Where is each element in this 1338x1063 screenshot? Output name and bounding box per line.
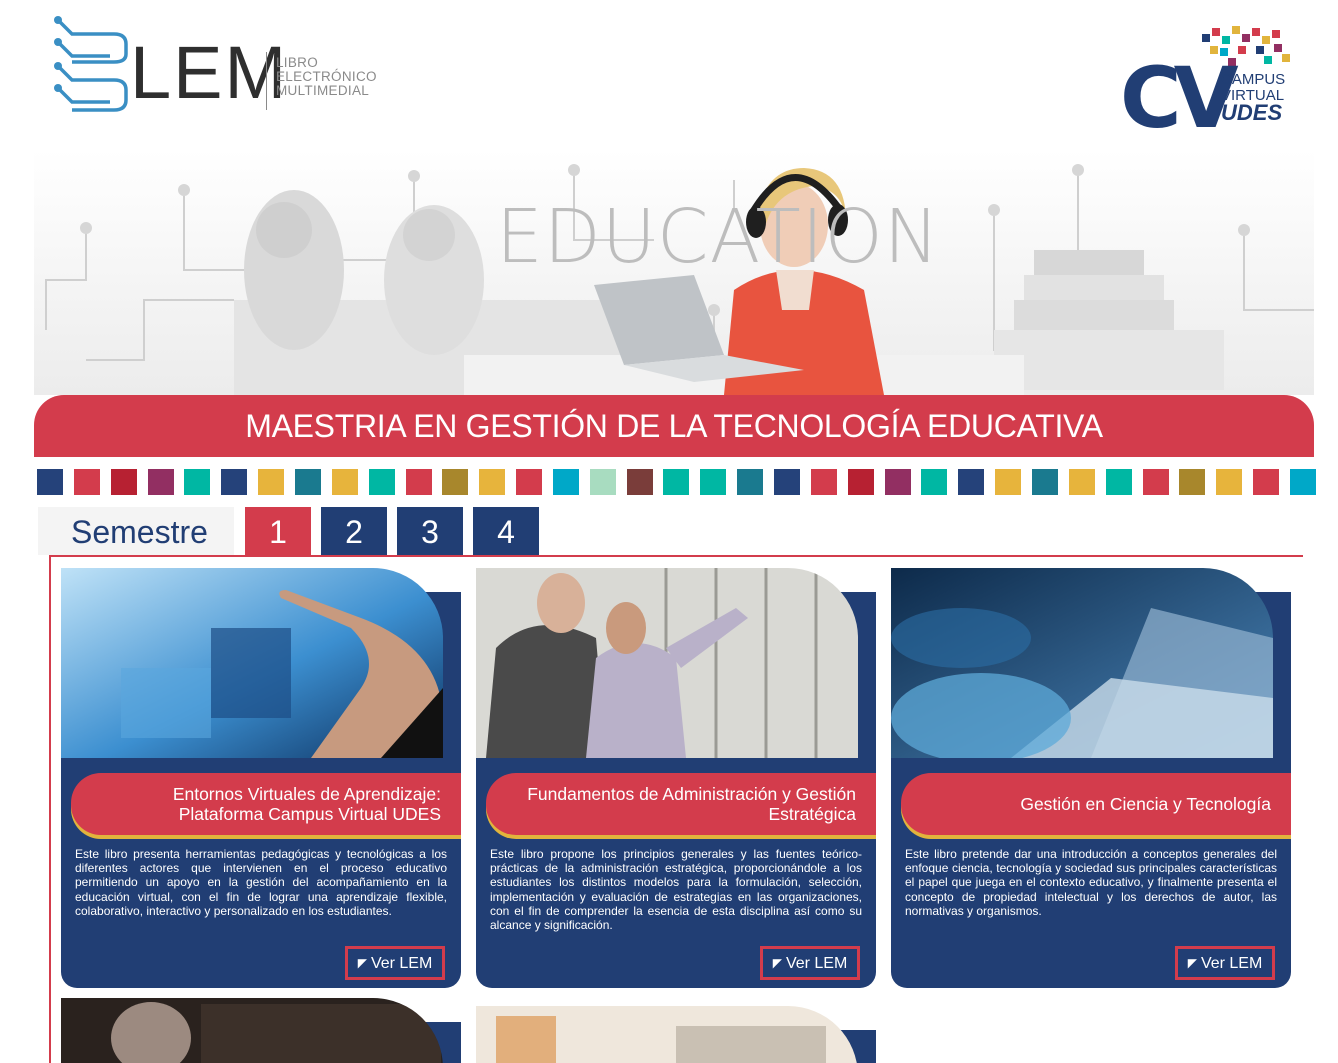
page-title: MAESTRIA EN GESTIÓN DE LA TECNOLOGÍA EDU…	[245, 407, 1103, 444]
lem-logo-divider	[266, 52, 267, 110]
cursor-arrow-icon: ◤	[772, 956, 782, 970]
color-swatch	[885, 469, 911, 495]
color-swatch	[848, 469, 874, 495]
color-swatch	[1032, 469, 1058, 495]
course-card: Gestión en Ciencia y Tecnología Este lib…	[891, 568, 1291, 988]
color-swatch	[663, 469, 689, 495]
course-image	[476, 568, 858, 758]
course-title-banner: Entornos Virtuales de Aprendizaje: Plata…	[71, 773, 461, 835]
color-swatch	[442, 469, 468, 495]
lem-circuit-icon	[54, 16, 128, 112]
color-swatch	[516, 469, 542, 495]
color-swatch	[332, 469, 358, 495]
color-swatch	[369, 469, 395, 495]
color-swatch	[1143, 469, 1169, 495]
color-swatch	[553, 469, 579, 495]
lem-logo-subtitle: LIBRO ELECTRÓNICO MULTIMEDIAL	[276, 55, 377, 98]
course-image	[61, 568, 443, 758]
course-description: Este libro pretende dar una introducción…	[905, 847, 1277, 918]
cursor-arrow-icon: ◤	[357, 956, 367, 970]
color-swatch	[1290, 469, 1316, 495]
color-swatch	[258, 469, 284, 495]
course-description: Este libro presenta herramientas pedagóg…	[75, 847, 447, 918]
ver-lem-button[interactable]: ◤ Ver LEM	[760, 946, 860, 980]
course-title-banner: Fundamentos de Administración y Gestión …	[486, 773, 876, 835]
color-swatch	[295, 469, 321, 495]
tab-semester-3[interactable]: 3	[397, 507, 463, 555]
color-swatch	[111, 469, 137, 495]
color-swatch	[958, 469, 984, 495]
color-swatch	[148, 469, 174, 495]
course-card-partial	[476, 1006, 876, 1063]
color-swatch	[37, 469, 63, 495]
semester-label: Semestre	[38, 507, 234, 555]
decorative-color-strip	[37, 469, 1317, 495]
campus-virtual-udes-logo: CV CAMPUS VIRTUAL UDES	[1120, 26, 1300, 140]
color-swatch	[627, 469, 653, 495]
banner-watermark: EDUCATION	[496, 194, 941, 280]
course-description: Este libro propone los principios genera…	[490, 847, 862, 933]
course-image	[476, 1006, 858, 1063]
cv-logo-line3: UDES	[1221, 100, 1283, 125]
tab-semester-2[interactable]: 2	[321, 507, 387, 555]
course-card: Fundamentos de Administración y Gestión …	[476, 568, 876, 988]
color-swatch	[774, 469, 800, 495]
color-swatch	[1253, 469, 1279, 495]
hero-banner: EDUCATION	[34, 150, 1314, 395]
color-swatch	[737, 469, 763, 495]
course-title: Fundamentos de Administración y Gestión …	[527, 784, 856, 824]
color-swatch	[74, 469, 100, 495]
color-swatch	[1179, 469, 1205, 495]
color-swatch	[1069, 469, 1095, 495]
color-swatch	[221, 469, 247, 495]
course-title: Gestión en Ciencia y Tecnología	[1020, 794, 1271, 814]
tab-semester-4[interactable]: 4	[473, 507, 539, 555]
lem-logo: LEM LIBRO ELECTRÓNICO MULTIMEDIAL	[52, 14, 392, 114]
color-swatch	[406, 469, 432, 495]
color-swatch	[479, 469, 505, 495]
color-swatch	[811, 469, 837, 495]
color-swatch	[184, 469, 210, 495]
color-swatch	[921, 469, 947, 495]
color-swatch	[1216, 469, 1242, 495]
color-swatch	[1106, 469, 1132, 495]
cv-letters: CV	[1120, 49, 1239, 147]
ver-lem-button[interactable]: ◤ Ver LEM	[345, 946, 445, 980]
course-card: Entornos Virtuales de Aprendizaje: Plata…	[61, 568, 461, 988]
color-swatch	[700, 469, 726, 495]
cv-logo-line1: CAMPUS	[1221, 71, 1286, 88]
program-title-bar: MAESTRIA EN GESTIÓN DE LA TECNOLOGÍA EDU…	[34, 395, 1314, 457]
color-swatch	[995, 469, 1021, 495]
course-image	[61, 998, 443, 1063]
lem-logo-word: LEM	[130, 31, 289, 114]
course-card-partial	[61, 998, 461, 1063]
ver-lem-button[interactable]: ◤ Ver LEM	[1175, 946, 1275, 980]
course-image	[891, 568, 1273, 758]
color-swatch	[590, 469, 616, 495]
cursor-arrow-icon: ◤	[1187, 956, 1197, 970]
tab-semester-1[interactable]: 1	[245, 507, 311, 555]
course-title-banner: Gestión en Ciencia y Tecnología	[901, 773, 1291, 835]
course-title: Entornos Virtuales de Aprendizaje: Plata…	[172, 784, 441, 824]
